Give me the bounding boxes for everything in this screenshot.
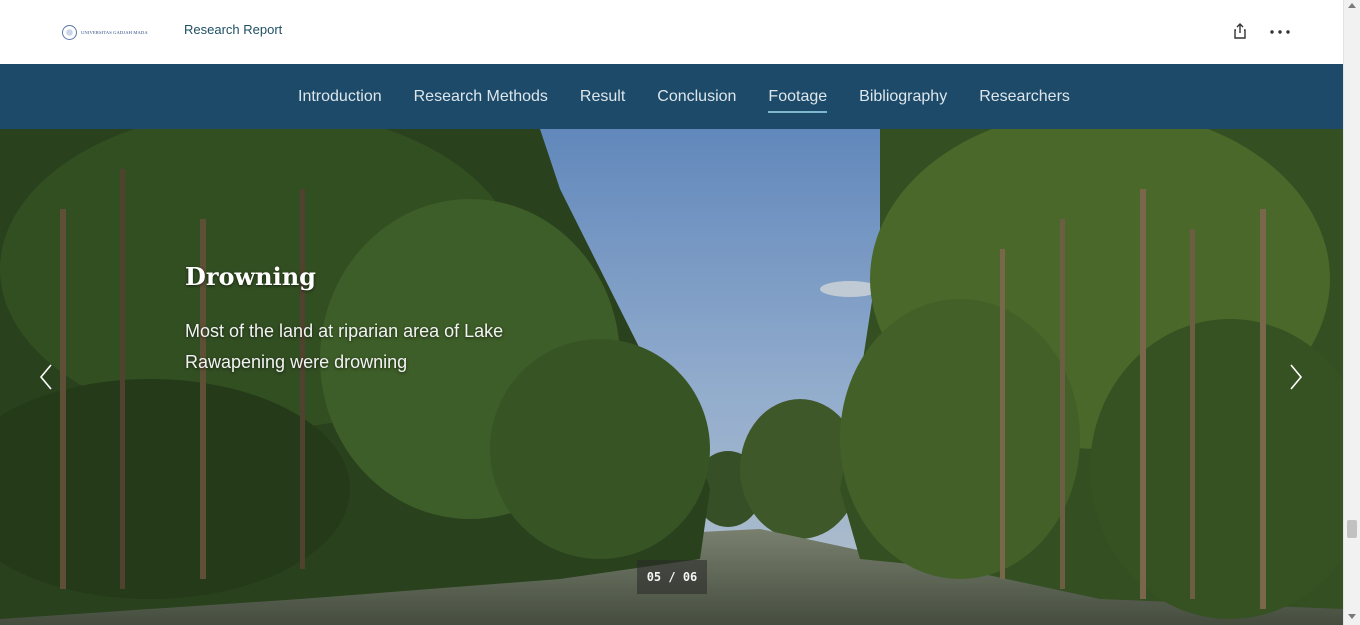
university-seal-icon [62, 24, 77, 40]
report-title[interactable]: Research Report [184, 22, 282, 37]
share-icon[interactable] [1232, 22, 1248, 40]
nav-item-conclusion[interactable]: Conclusion [641, 88, 752, 106]
chevron-left-icon [39, 364, 52, 390]
nav-item-bibliography[interactable]: Bibliography [843, 88, 963, 106]
scrollbar-thumb[interactable] [1347, 520, 1357, 538]
slide-heading: Drowning [185, 262, 316, 291]
section-navigation: Introduction Research Methods Result Conclu… [0, 64, 1343, 129]
scroll-down-arrow-icon[interactable] [1348, 614, 1356, 619]
nav-item-introduction[interactable]: Introduction [282, 88, 398, 106]
nav-item-footage[interactable]: Footage [752, 88, 843, 113]
nav-item-result[interactable]: Result [564, 88, 641, 106]
nav-items: Introduction Research Methods Result Conclu… [282, 64, 1086, 129]
slide-caption: Most of the land at riparian area of Lak… [185, 321, 504, 372]
slide-counter: 05 / 06 [637, 560, 707, 594]
top-header: UNIVERSITAS GADJAH MADA Research Report [0, 0, 1343, 64]
nav-item-researchers[interactable]: Researchers [963, 88, 1086, 106]
next-slide-button[interactable] [1276, 353, 1316, 401]
slideshow: Drowning Most of the land at riparian ar… [0, 129, 1343, 625]
previous-slide-button[interactable] [26, 353, 66, 401]
page-scrollbar[interactable] [1343, 0, 1360, 625]
university-logo[interactable]: UNIVERSITAS GADJAH MADA [62, 24, 154, 40]
chevron-right-icon [1290, 364, 1303, 390]
scroll-up-arrow-icon[interactable] [1348, 3, 1356, 8]
nav-item-research-methods[interactable]: Research Methods [398, 88, 564, 106]
more-options-icon[interactable] [1268, 22, 1292, 40]
logo-text: UNIVERSITAS GADJAH MADA [81, 29, 148, 35]
